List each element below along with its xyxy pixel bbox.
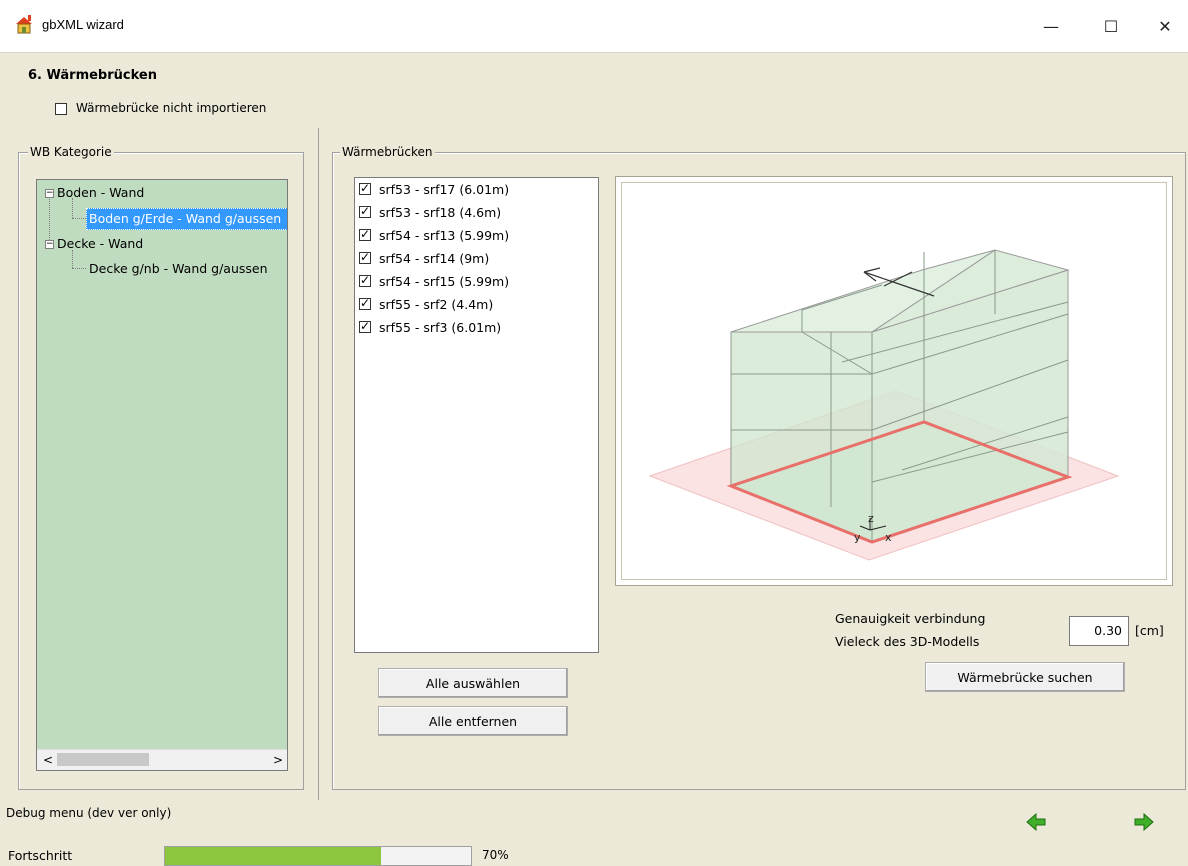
item-checkbox[interactable] <box>359 319 371 333</box>
tree-connector <box>72 198 73 218</box>
tree-connector <box>72 268 86 269</box>
tree-collapse-icon[interactable]: − <box>45 189 54 198</box>
remove-all-button[interactable]: Alle entfernen <box>378 706 568 736</box>
tree-node-boden-erde[interactable]: Boden g/Erde - Wand g/aussen <box>89 211 281 226</box>
list-item[interactable]: srf53 - srf17 (6.01m) <box>359 178 509 200</box>
item-label: srf54 - srf14 (9m) <box>379 250 490 266</box>
wb-kategorie-legend: WB Kategorie <box>28 145 114 159</box>
waermebruecken-legend: Wärmebrücken <box>340 145 435 159</box>
tree-connector <box>72 218 86 219</box>
item-checkbox[interactable] <box>359 250 371 264</box>
skip-import-checkbox[interactable] <box>55 103 67 115</box>
horizontal-scrollbar[interactable]: < > <box>37 749 287 770</box>
list-item[interactable]: srf54 - srf13 (5.99m) <box>359 224 509 246</box>
item-label: srf54 - srf15 (5.99m) <box>379 273 510 289</box>
progress-percent: 70% <box>482 848 509 862</box>
item-checkbox[interactable] <box>359 273 371 287</box>
axis-y-label: y <box>854 531 861 544</box>
debug-menu-label[interactable]: Debug menu (dev ver only) <box>6 806 171 820</box>
category-tree[interactable]: − Boden - Wand Boden g/Erde - Wand g/aus… <box>36 179 288 771</box>
accuracy-input[interactable]: 0.30 <box>1069 616 1129 646</box>
axis-z-label: z <box>868 512 874 525</box>
item-label: srf55 - srf2 (4.4m) <box>379 296 494 312</box>
tree-connector <box>49 194 50 244</box>
house-icon <box>16 15 32 34</box>
thermal-bridge-list[interactable]: srf53 - srf17 (6.01m) srf53 - srf18 (4.6… <box>354 177 599 653</box>
list-item[interactable]: srf53 - srf18 (4.6m) <box>359 201 501 223</box>
tree-node-decke-wand[interactable]: Decke - Wand <box>57 236 143 251</box>
scroll-left-icon[interactable]: < <box>43 753 53 767</box>
progress-bar <box>164 846 472 866</box>
item-checkbox[interactable] <box>359 296 371 310</box>
model-3d-viewport[interactable]: z y x <box>621 182 1167 580</box>
axis-x-label: x <box>885 531 892 544</box>
progress-fill <box>165 847 381 865</box>
list-item[interactable]: srf54 - srf15 (5.99m) <box>359 270 509 292</box>
arrow-left-icon[interactable] <box>1026 812 1046 832</box>
accuracy-label-line1: Genauigkeit verbindung <box>835 611 986 626</box>
title-bar <box>0 0 1188 53</box>
scroll-right-icon[interactable]: > <box>273 753 283 767</box>
list-item[interactable]: srf55 - srf3 (6.01m) <box>359 316 501 338</box>
maximize-button[interactable]: ☐ <box>1088 0 1134 52</box>
item-label: srf53 - srf17 (6.01m) <box>379 181 510 197</box>
skip-import-label: Wärmebrücke nicht importieren <box>76 101 267 115</box>
list-item[interactable]: srf55 - srf2 (4.4m) <box>359 293 493 315</box>
building-model-drawing: z y x <box>648 249 1120 561</box>
tree-collapse-icon[interactable]: − <box>45 240 54 249</box>
panel-separator <box>318 128 319 800</box>
accuracy-label-line2: Vieleck des 3D-Modells <box>835 634 980 649</box>
tree-connector <box>72 250 73 268</box>
scroll-thumb[interactable] <box>57 753 149 766</box>
item-label: srf53 - srf18 (4.6m) <box>379 204 502 220</box>
tree-node-boden-wand[interactable]: Boden - Wand <box>57 185 144 200</box>
progress-label: Fortschritt <box>8 848 73 863</box>
item-checkbox[interactable] <box>359 181 371 195</box>
item-label: srf54 - srf13 (5.99m) <box>379 227 510 243</box>
step-title: 6. Wärmebrücken <box>28 68 157 83</box>
model-3d-viewport-frame: z y x <box>615 176 1173 586</box>
tree-node-decke-nb[interactable]: Decke g/nb - Wand g/aussen <box>89 261 268 276</box>
item-label: srf55 - srf3 (6.01m) <box>379 319 502 335</box>
accuracy-unit: [cm] <box>1135 623 1164 638</box>
close-button[interactable]: ✕ <box>1142 0 1188 52</box>
item-checkbox[interactable] <box>359 227 371 241</box>
window-title: gbXML wizard <box>42 17 124 32</box>
select-all-button[interactable]: Alle auswählen <box>378 668 568 698</box>
arrow-right-icon[interactable] <box>1134 812 1154 832</box>
minimize-button[interactable]: — <box>1028 0 1074 52</box>
search-thermal-bridges-button[interactable]: Wärmebrücke suchen <box>925 662 1125 692</box>
item-checkbox[interactable] <box>359 204 371 218</box>
list-item[interactable]: srf54 - srf14 (9m) <box>359 247 489 269</box>
